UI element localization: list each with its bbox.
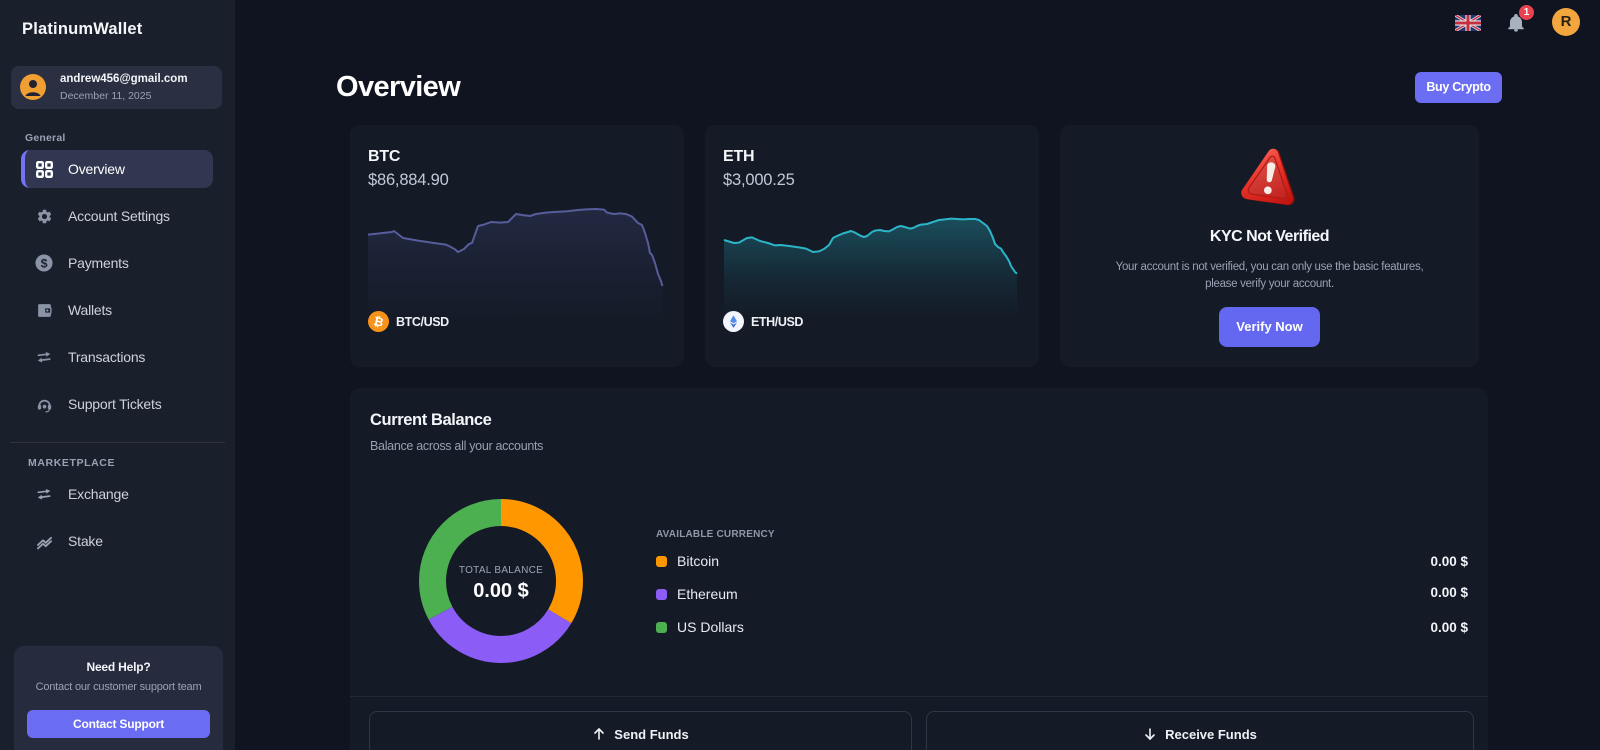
svg-text:$: $ <box>41 256 48 270</box>
